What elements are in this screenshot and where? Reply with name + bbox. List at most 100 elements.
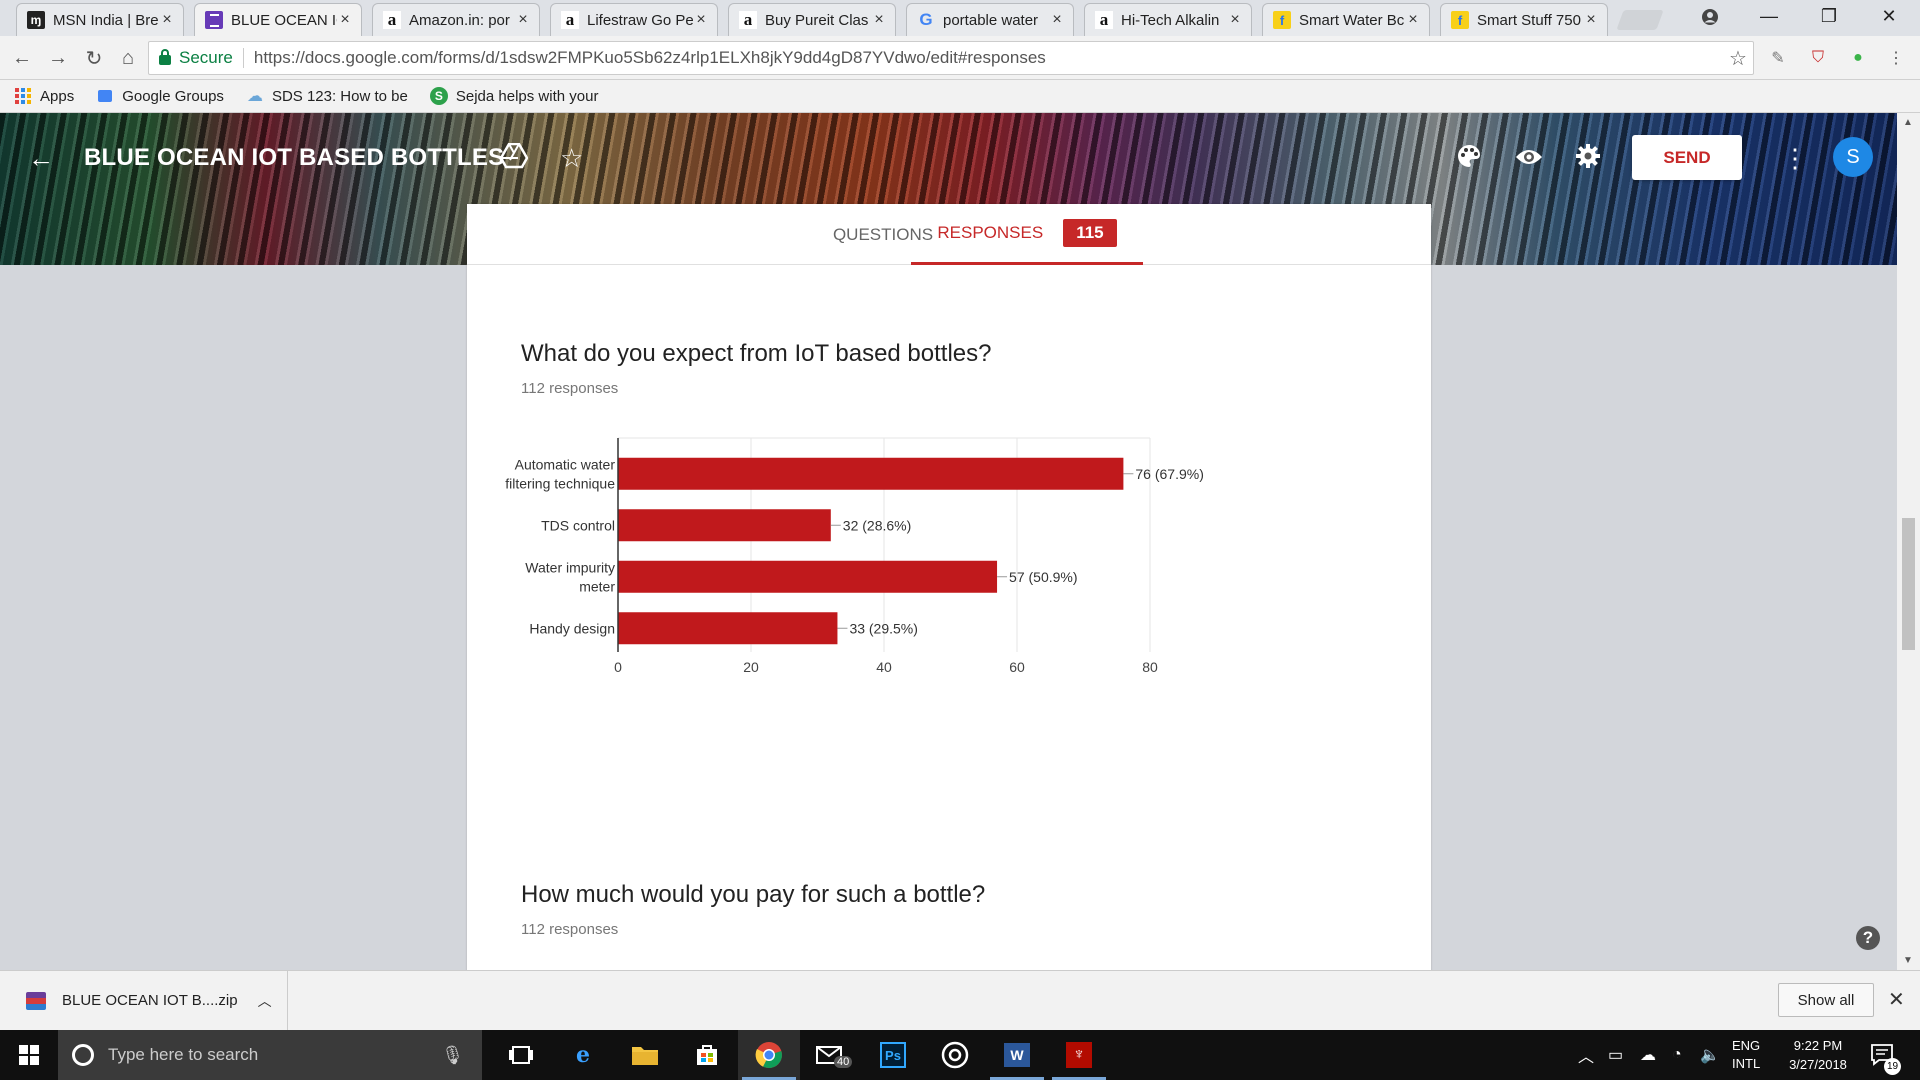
edge-browser-icon[interactable]: e (552, 1030, 614, 1080)
back-arrow-icon[interactable]: ← (28, 143, 54, 174)
forward-icon[interactable]: → (44, 44, 72, 72)
close-download-bar-icon[interactable]: ✕ (1888, 987, 1905, 1012)
bookmark-sds-123[interactable]: ☁ SDS 123: How to be (246, 88, 408, 106)
close-tab-icon[interactable]: × (1049, 11, 1065, 29)
category-label: meter (579, 578, 615, 594)
url-text[interactable]: https://docs.google.com/forms/d/1sdsw2FM… (254, 48, 1723, 68)
extension-icon[interactable]: ✎ (1766, 46, 1790, 70)
photoshop-icon[interactable]: Ps (862, 1030, 924, 1080)
tab-flipkart-2[interactable]: f Smart Stuff 750 × (1440, 3, 1608, 36)
close-tab-icon[interactable]: × (515, 11, 531, 29)
scroll-down-icon[interactable]: ▼ (1903, 955, 1913, 966)
acrobat-icon[interactable]: ♆ (1048, 1030, 1110, 1080)
back-icon[interactable]: ← (8, 44, 36, 72)
new-tab-button[interactable] (1616, 10, 1664, 30)
cortana-icon (72, 1044, 94, 1066)
send-button[interactable]: SEND (1632, 135, 1742, 180)
tab-amazon-4[interactable]: a Hi-Tech Alkalin × (1084, 3, 1252, 36)
wifi-icon[interactable]: ◔ (1672, 1030, 1682, 1080)
groove-music-icon[interactable] (924, 1030, 986, 1080)
page-scrollbar[interactable]: ▲ ▼ (1897, 113, 1920, 970)
battery-icon[interactable]: ▭ (1608, 1030, 1623, 1080)
apps-icon (14, 88, 32, 104)
store-icon[interactable] (676, 1030, 738, 1080)
word-icon[interactable]: W (986, 1030, 1048, 1080)
tab-amazon-1[interactable]: a Amazon.in: por × (372, 3, 540, 36)
close-tab-icon[interactable]: × (337, 11, 353, 29)
divider (242, 48, 244, 68)
close-tab-icon[interactable]: × (159, 11, 175, 29)
category-label: Handy design (529, 620, 615, 636)
mail-icon[interactable]: 40 (800, 1030, 862, 1080)
profile-icon[interactable] (1681, 0, 1739, 33)
onedrive-icon[interactable]: ☁ (1640, 1030, 1656, 1080)
menu-icon[interactable]: ⋮ (1884, 46, 1908, 70)
download-bar: BLUE OCEAN IOT B....zip ︿ Show all ✕ (0, 970, 1920, 1030)
help-icon[interactable]: ? (1856, 926, 1880, 950)
reload-icon[interactable]: ↻ (80, 44, 108, 72)
chevron-up-icon[interactable]: ︿ (258, 991, 272, 1011)
secure-label: Secure (179, 48, 233, 67)
download-item[interactable]: BLUE OCEAN IOT B....zip ︿ (0, 971, 288, 1030)
tab-msn[interactable]: ɱ MSN India | Bre × (16, 3, 184, 36)
minimize-icon[interactable]: — (1740, 0, 1798, 33)
x-tick-label: 20 (743, 659, 759, 675)
forms-page: ← BLUE OCEAN IOT BASED BOTTLES ☆ SEND ⋮ … (0, 113, 1897, 970)
grammarly-icon[interactable]: ● (1846, 46, 1870, 70)
settings-gear-icon[interactable] (1575, 143, 1601, 176)
screen: ɱ MSN India | Bre × BLUE OCEAN IC × a Am… (0, 0, 1920, 1080)
close-tab-icon[interactable]: × (1405, 11, 1421, 29)
address-bar[interactable]: Secure https://docs.google.com/forms/d/1… (148, 41, 1754, 75)
window-close-icon[interactable]: ✕ (1860, 0, 1918, 33)
tab-amazon-2[interactable]: a Lifestraw Go Pe × (550, 3, 718, 36)
restore-icon[interactable]: ❐ (1800, 0, 1858, 33)
scroll-up-icon[interactable]: ▲ (1903, 117, 1913, 128)
browser-tab-strip: ɱ MSN India | Bre × BLUE OCEAN IC × a Am… (0, 0, 1920, 36)
responses-count: 112 responses (521, 921, 619, 938)
star-icon[interactable]: ☆ (560, 143, 583, 174)
close-tab-icon[interactable]: × (1583, 11, 1599, 29)
drive-icon[interactable] (499, 142, 529, 176)
cloud-icon: ☁ (246, 88, 263, 105)
clock[interactable]: 9:22 PM 3/27/2018 (1776, 1030, 1860, 1080)
bookmark-apps[interactable]: Apps (14, 88, 74, 105)
tab-amazon-3[interactable]: a Buy Pureit Clas × (728, 3, 896, 36)
bookmark-sejda[interactable]: S Sejda helps with your (429, 87, 598, 105)
account-avatar[interactable]: S (1833, 137, 1873, 177)
lock-icon (159, 49, 171, 65)
preview-eye-icon[interactable] (1515, 143, 1543, 174)
show-all-button[interactable]: Show all (1778, 983, 1874, 1017)
bookmark-google-groups[interactable]: Google Groups (96, 88, 224, 105)
palette-icon[interactable] (1456, 143, 1482, 176)
language-indicator[interactable]: ENG INTL (1732, 1030, 1760, 1080)
show-hidden-icons[interactable]: ︿ (1578, 1030, 1594, 1080)
start-button[interactable] (0, 1030, 58, 1080)
home-icon[interactable]: ⌂ (114, 44, 142, 72)
notification-badge: 19 (1884, 1058, 1901, 1075)
google-icon: G (919, 10, 933, 29)
tab-google-search[interactable]: G portable water × (906, 3, 1074, 36)
question-title: What do you expect from IoT based bottle… (521, 340, 992, 367)
close-tab-icon[interactable]: × (693, 11, 709, 29)
tab-blue-ocean-form[interactable]: BLUE OCEAN IC × (194, 3, 362, 36)
microphone-icon[interactable]: 🎙 (441, 1045, 464, 1066)
scrollbar-thumb[interactable] (1902, 518, 1915, 650)
responses-count: 112 responses (521, 380, 619, 397)
data-label: 32 (28.6%) (843, 517, 911, 533)
close-tab-icon[interactable]: × (871, 11, 887, 29)
close-tab-icon[interactable]: × (1227, 11, 1243, 29)
pocket-icon[interactable]: ⛉ (1806, 46, 1830, 70)
taskbar-search[interactable]: Type here to search 🎙 (58, 1030, 482, 1080)
task-view-icon[interactable] (490, 1030, 552, 1080)
x-tick-label: 0 (614, 659, 622, 675)
download-filename: BLUE OCEAN IOT B....zip (62, 992, 238, 1009)
bookmark-star-icon[interactable]: ☆ (1723, 46, 1753, 71)
volume-icon[interactable]: 🔈 (1700, 1030, 1720, 1080)
tab-responses[interactable]: RESPONSES 115 (911, 204, 1143, 265)
action-center-icon[interactable]: 19 (1870, 1030, 1901, 1080)
chrome-icon[interactable] (738, 1030, 800, 1080)
tab-flipkart-1[interactable]: f Smart Water Bc × (1262, 3, 1430, 36)
amazon-icon: a (561, 10, 579, 29)
more-options-icon[interactable]: ⋮ (1782, 143, 1808, 174)
file-explorer-icon[interactable] (614, 1030, 676, 1080)
